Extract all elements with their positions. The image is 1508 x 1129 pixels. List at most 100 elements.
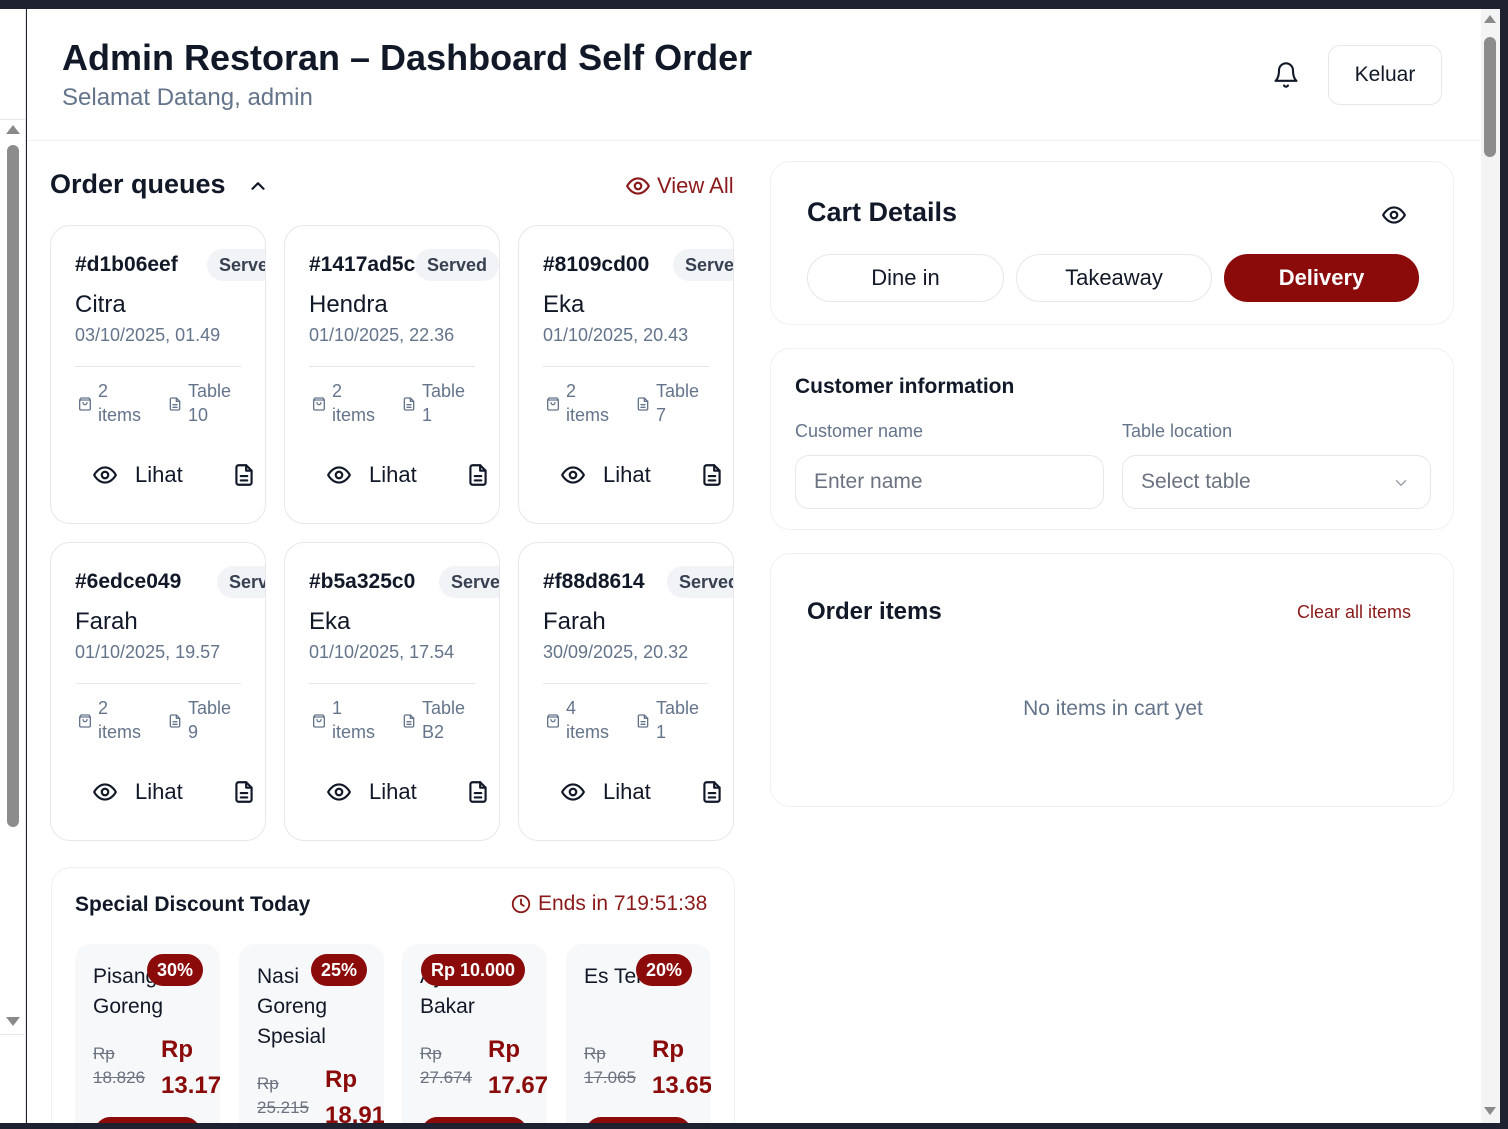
document-icon <box>403 714 415 728</box>
document-edit-icon[interactable] <box>231 462 257 488</box>
document-edit-icon[interactable] <box>231 779 257 805</box>
items-word: items <box>98 722 142 742</box>
table-word: Table <box>422 698 466 718</box>
divider <box>543 683 709 684</box>
status-badge: Served <box>673 249 733 281</box>
discount-item-card[interactable]: Ayam BakarRp 10.000Rp27.674Rp17.674 <box>402 944 547 1123</box>
empty-cart-text: No items in cart yet <box>1023 697 1203 720</box>
eye-icon[interactable] <box>1381 202 1407 228</box>
logout-button[interactable]: Keluar <box>1328 45 1442 105</box>
customer-name: Citra <box>75 291 126 318</box>
order-id: #b5a325c0 <box>309 570 416 593</box>
items-word: items <box>98 405 142 425</box>
view-order-button[interactable]: Lihat <box>135 462 183 488</box>
eye-icon[interactable] <box>560 462 586 488</box>
divider <box>75 683 241 684</box>
clear-all-items-link[interactable]: Clear all items <box>1297 602 1411 623</box>
table-number: 7 <box>656 405 667 425</box>
view-order-button[interactable]: Lihat <box>369 462 417 488</box>
order-date: 01/10/2025, 22.36 <box>309 325 455 345</box>
scrollbar-thumb[interactable] <box>1484 37 1496 157</box>
page-scrollbar[interactable] <box>1481 9 1500 1123</box>
customer-name-input[interactable]: Enter name <box>795 455 1104 509</box>
status-badge: Served <box>217 566 265 598</box>
table-word: Table <box>656 381 700 401</box>
table-word: Table <box>656 698 700 718</box>
order-card[interactable]: #b5a325c0 Served Eka 01/10/2025, 17.54 1 item… <box>284 542 500 841</box>
original-price: 18.826 <box>93 1068 145 1087</box>
order-card[interactable]: #1417ad5c Served Hendra 01/10/2025, 22.36 2 i… <box>284 225 500 524</box>
order-card[interactable]: #f88d8614 Served Farah 30/09/2025, 20.32 4 it… <box>518 542 734 841</box>
divider <box>543 366 709 367</box>
document-edit-icon[interactable] <box>465 779 491 805</box>
order-id: #d1b06eef <box>75 253 178 276</box>
table-number: 10 <box>188 405 209 425</box>
table-number: B2 <box>422 722 445 742</box>
order-card[interactable]: #d1b06eef Served Citra 03/10/2025, 01.49 2 it… <box>50 225 266 524</box>
discount-title: Special Discount Today <box>75 893 311 916</box>
order-card[interactable]: #8109cd00 Served Eka 01/10/2025, 20.43 2 item… <box>518 225 734 524</box>
items-word: items <box>332 722 376 742</box>
order-date: 01/10/2025, 19.57 <box>75 642 221 662</box>
original-price: 27.674 <box>420 1068 472 1087</box>
view-order-button[interactable]: Lihat <box>135 779 183 805</box>
scroll-down-arrow-icon[interactable] <box>1484 1107 1496 1115</box>
table-select-value: Select table <box>1141 470 1251 493</box>
status-badge: Served <box>667 566 733 598</box>
document-icon <box>637 397 649 411</box>
window-bottom-border <box>0 1123 1508 1129</box>
shopping-bag-icon <box>79 714 91 728</box>
scrollbar-thumb[interactable] <box>7 145 19 827</box>
mode-takeaway-button[interactable]: Takeaway <box>1016 254 1212 302</box>
view-order-button[interactable]: Lihat <box>603 779 651 805</box>
eye-icon[interactable] <box>92 779 118 805</box>
status-badge: Served <box>207 249 265 281</box>
mode-delivery-button[interactable]: Delivery <box>1224 254 1419 302</box>
discount-item-card[interactable]: Es Teh20%Rp17.065Rp13.652 <box>566 944 711 1123</box>
items-count: 2 <box>98 698 109 718</box>
discount-item-card[interactable]: Pisang Goreng30%Rp18.826Rp13.178 <box>75 944 220 1123</box>
mode-dine-in-button[interactable]: Dine in <box>807 254 1004 302</box>
divider <box>0 119 26 120</box>
view-all-link[interactable]: View All <box>625 173 734 199</box>
shopping-bag-icon <box>547 397 559 411</box>
discounted-price-prefix: Rp <box>161 1036 193 1063</box>
scroll-up-arrow-icon[interactable] <box>6 125 20 134</box>
document-edit-icon[interactable] <box>465 462 491 488</box>
customer-name: Farah <box>75 608 138 635</box>
discount-item-card[interactable]: Nasi Goreng Spesial25%Rp25.215Rp18.911 <box>239 944 384 1123</box>
order-id: #6edce049 <box>75 570 182 593</box>
special-discount-section: Special Discount Today Ends in 719:51:38… <box>51 867 735 1123</box>
scroll-down-arrow-icon[interactable] <box>6 1017 20 1026</box>
eye-icon[interactable] <box>326 779 352 805</box>
items-word: items <box>566 405 610 425</box>
table-word: Table <box>422 381 466 401</box>
divider <box>309 366 475 367</box>
left-pane-scrollbar[interactable] <box>0 9 26 1123</box>
welcome-text: Selamat Datang, admin <box>62 84 313 111</box>
customer-name: Farah <box>543 608 606 635</box>
view-order-button[interactable]: Lihat <box>603 462 651 488</box>
eye-icon[interactable] <box>326 462 352 488</box>
document-icon <box>637 714 649 728</box>
discounted-price-prefix: Rp <box>325 1066 357 1093</box>
eye-icon[interactable] <box>92 462 118 488</box>
order-date: 03/10/2025, 01.49 <box>75 325 221 345</box>
discounted-price: 13.178 <box>161 1072 220 1099</box>
order-items-panel: Order items Clear all items No items in … <box>770 553 1454 807</box>
chevron-up-icon[interactable] <box>247 175 269 197</box>
view-order-button[interactable]: Lihat <box>369 779 417 805</box>
scroll-up-arrow-icon[interactable] <box>1484 15 1496 23</box>
table-number: 1 <box>422 405 433 425</box>
document-edit-icon[interactable] <box>699 779 725 805</box>
eye-icon[interactable] <box>560 779 586 805</box>
discounted-price-prefix: Rp <box>652 1036 684 1063</box>
document-edit-icon[interactable] <box>699 462 725 488</box>
bell-icon[interactable] <box>1272 61 1300 89</box>
page-title: Admin Restoran – Dashboard Self Order <box>62 37 753 78</box>
status-badge: Served <box>415 249 499 281</box>
discounted-price: 17.674 <box>488 1072 547 1099</box>
order-card[interactable]: #6edce049 Served Farah 01/10/2025, 19.57 2 it… <box>50 542 266 841</box>
table-location-select[interactable]: Select table <box>1122 455 1431 509</box>
original-price: 17.065 <box>584 1068 636 1087</box>
